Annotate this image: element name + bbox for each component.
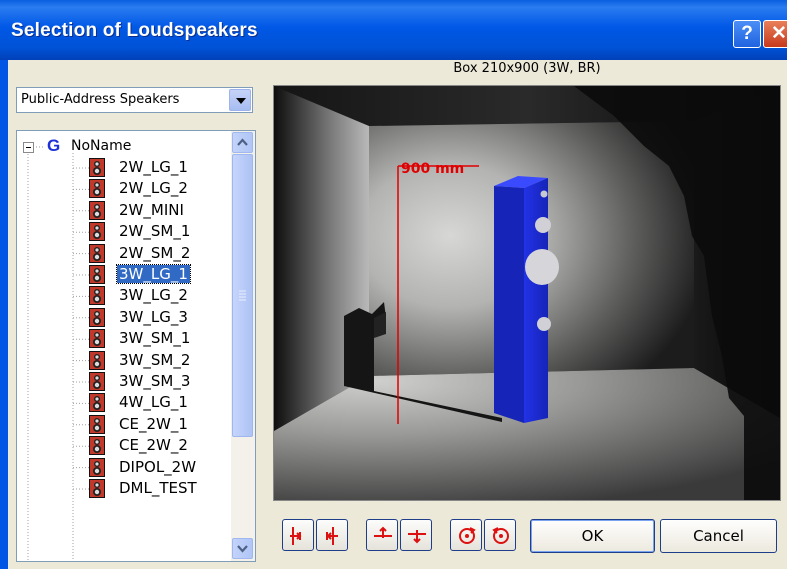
scroll-down-button[interactable] <box>232 538 253 559</box>
window-title: Selection of Loudspeakers <box>11 20 258 41</box>
speaker-icon <box>89 200 105 220</box>
tilt-down-icon <box>408 530 426 544</box>
speaker-icon <box>89 329 105 349</box>
rotate-cw-icon <box>459 527 476 544</box>
tree-item-label: 2W_MINI <box>119 200 184 219</box>
collapse-icon[interactable] <box>23 142 34 153</box>
view-control-button[interactable] <box>400 519 432 551</box>
dimension-label: 900 mm <box>401 161 464 177</box>
tree-item-label: 3W_LG_3 <box>119 307 188 326</box>
tree-item-label: 2W_LG_1 <box>119 158 188 176</box>
tree-item-label: CE_2W_2 <box>119 436 188 455</box>
tree-item-label: 4W_LG_1 <box>119 393 188 412</box>
speaker-icon <box>89 414 105 434</box>
group-icon: G <box>47 136 61 155</box>
tree-item-label: 2W_LG_2 <box>119 179 188 198</box>
tree-item-label: 3W_LG_2 <box>119 286 188 305</box>
speaker-icon <box>89 286 105 306</box>
speaker-icon <box>89 243 105 263</box>
rotate-right-icon <box>326 527 338 545</box>
room-render: 900 mm <box>274 86 780 500</box>
window-frame <box>0 60 8 569</box>
speaker-category-value: Public-Address Speakers <box>21 92 180 107</box>
rotate-left-icon <box>290 527 302 545</box>
speaker-icon <box>89 265 105 284</box>
scroll-up-button[interactable] <box>232 132 253 153</box>
cancel-button[interactable]: Cancel <box>660 519 777 553</box>
close-button[interactable]: ✕ <box>763 20 787 48</box>
speaker-icon <box>89 222 105 242</box>
tree-item-label: 3W_SM_2 <box>119 350 191 369</box>
tree-root-label: NoName <box>71 138 132 154</box>
speaker-icon <box>89 307 105 327</box>
tree-scrollbar[interactable] <box>231 131 255 561</box>
speaker-icon <box>89 350 105 370</box>
preview-caption: Box 210x900 (3W, BR) <box>453 61 601 76</box>
view-control-button[interactable] <box>450 519 482 551</box>
help-button[interactable]: ? <box>733 20 761 48</box>
tree-item-label: 3W_SM_3 <box>119 372 191 390</box>
view-control-button[interactable] <box>282 519 314 551</box>
chevron-up-icon <box>237 138 248 146</box>
tree-item-label: DIPOL_2W <box>119 457 197 476</box>
tree-item-label: 2W_SM_2 <box>119 243 191 262</box>
view-control-button[interactable] <box>366 519 398 551</box>
grip-icon <box>239 290 246 301</box>
speaker-icon <box>89 479 105 498</box>
speaker-icon <box>89 179 105 199</box>
speaker-icon <box>89 457 105 477</box>
close-icon: ✕ <box>771 23 787 44</box>
tree-item-label: DML_TEST <box>119 479 197 497</box>
chevron-down-icon <box>237 545 248 553</box>
speaker-icon <box>89 372 105 391</box>
speaker-icon <box>89 158 105 177</box>
speaker-icon <box>89 436 105 456</box>
scroll-thumb[interactable] <box>232 154 253 437</box>
tilt-up-icon <box>374 526 392 538</box>
speaker-icon <box>89 393 105 413</box>
tree-item-label: 3W_LG_1 <box>116 264 191 284</box>
tree-item-label: 3W_SM_1 <box>119 329 191 348</box>
rotate-ccw-icon <box>492 527 509 544</box>
speaker-3d-preview[interactable]: 900 mm <box>273 85 781 501</box>
speaker-tree[interactable]: G NoName 2W_LG_1 2W_LG_2 2W_MINI 2W_SM_1 2W_… <box>16 130 256 562</box>
chevron-down-icon[interactable] <box>229 89 251 111</box>
tree-item-label: 2W_SM_1 <box>119 222 191 241</box>
view-control-button[interactable] <box>484 519 516 551</box>
tree-item-label: CE_2W_1 <box>119 414 188 433</box>
view-control-button[interactable] <box>316 519 348 551</box>
title-bar[interactable]: Selection of Loudspeakers ? ✕ <box>0 0 787 60</box>
dialog-window: Selection of Loudspeakers ? ✕ Box 210x90… <box>0 0 787 569</box>
speaker-category-select[interactable]: Public-Address Speakers <box>16 87 253 113</box>
ok-button[interactable]: OK <box>530 519 655 553</box>
